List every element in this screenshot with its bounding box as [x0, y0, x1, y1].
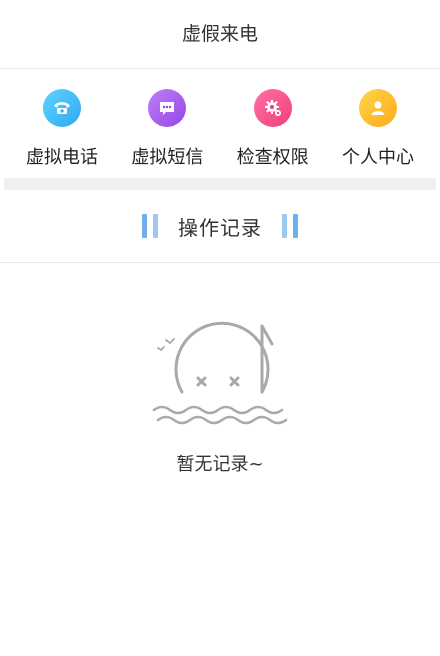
- section-divider: [4, 178, 436, 190]
- records-header: 操作记录: [0, 190, 440, 263]
- nav-item-virtual-phone[interactable]: 虚拟电话: [14, 70, 110, 176]
- title-decoration-right: [282, 213, 298, 239]
- phone-icon: [43, 89, 81, 127]
- nav-item-check-permissions[interactable]: 检查权限: [225, 70, 321, 176]
- nav-label-virtual-sms: 虚拟短信: [131, 147, 204, 168]
- nav-label-virtual-phone: 虚拟电话: [26, 147, 98, 168]
- nav-label-check-permissions: 检查权限: [236, 147, 309, 168]
- title-decoration-left: [142, 213, 158, 239]
- gear-icon: [253, 89, 292, 127]
- person-icon: [358, 89, 397, 127]
- records-title: 操作记录: [178, 215, 262, 240]
- empty-note-icon: [152, 321, 288, 425]
- page-title: 虚假来电: [181, 22, 258, 45]
- quick-nav: 虚拟电话 虚拟短信 检查权限 个人中心: [0, 70, 440, 176]
- nav-item-personal-center[interactable]: 个人中心: [330, 70, 426, 176]
- message-icon: [148, 89, 187, 127]
- nav-item-virtual-sms[interactable]: 虚拟短信: [119, 70, 215, 176]
- empty-state-text: 暂无记录~: [176, 454, 264, 475]
- empty-state: 暂无记录~: [0, 318, 440, 476]
- app-header: 虚假来电: [0, 0, 440, 69]
- nav-label-personal-center: 个人中心: [341, 147, 414, 168]
